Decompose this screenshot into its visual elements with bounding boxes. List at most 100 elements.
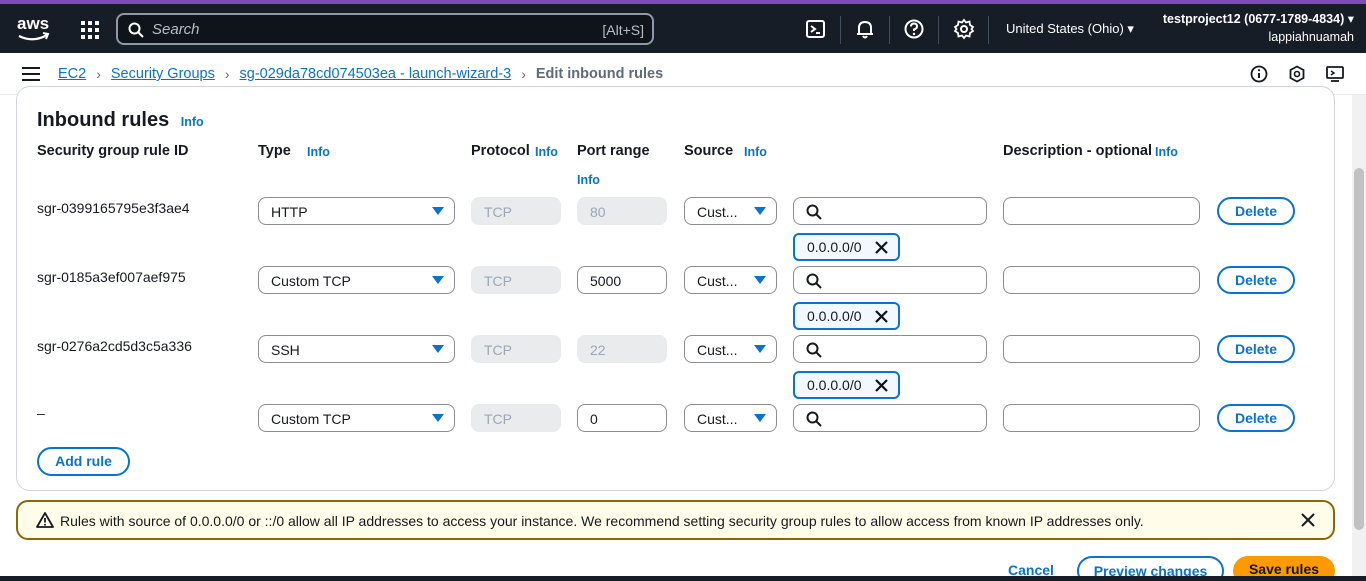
delete-button[interactable]: Delete [1217, 335, 1295, 363]
scrollbar-thumb[interactable] [1354, 168, 1364, 530]
delete-button[interactable]: Delete [1217, 197, 1295, 225]
port-range-input[interactable]: 5000 [577, 266, 667, 294]
caret-down-icon [432, 414, 444, 422]
description-input[interactable] [1003, 266, 1200, 294]
delete-button[interactable]: Delete [1217, 404, 1295, 432]
warning-alert: Rules with source of 0.0.0.0/0 or ::/0 a… [16, 500, 1335, 540]
breadcrumb-security-group[interactable]: sg-029da78cd074503ea - launch-wizard-3 [240, 66, 512, 82]
protocol-field: TCP [471, 197, 561, 225]
nav-divider [840, 16, 841, 44]
source-info-link[interactable]: Info [744, 145, 767, 159]
source-search-input[interactable] [793, 404, 987, 432]
type-select[interactable]: SSH [258, 335, 455, 363]
rule-id: – [37, 405, 45, 421]
type-select[interactable]: Custom TCP [258, 266, 455, 294]
type-select-value: Custom TCP [271, 411, 351, 427]
warning-text: Rules with source of 0.0.0.0/0 or ::/0 a… [60, 513, 1144, 529]
aws-logo[interactable]: aws [16, 14, 50, 44]
port-range-value: 0 [590, 411, 598, 427]
description-input[interactable] [1003, 404, 1200, 432]
nav-divider [988, 16, 989, 44]
delete-button[interactable]: Delete [1217, 266, 1295, 294]
rule-id: sgr-0399165795e3f3ae4 [37, 200, 190, 216]
remove-token-icon[interactable] [875, 310, 888, 323]
remove-token-icon[interactable] [875, 241, 888, 254]
search-icon [806, 411, 822, 427]
breadcrumb-ec2[interactable]: EC2 [58, 66, 86, 82]
caret-down-icon [754, 207, 766, 215]
port-info-link[interactable]: Info [577, 173, 600, 187]
protocol-info-link[interactable]: Info [535, 145, 558, 159]
help-icon[interactable] [903, 18, 925, 40]
cloudshell-icon[interactable] [805, 18, 827, 40]
breadcrumb-separator: › [521, 66, 526, 82]
breadcrumb-current: Edit inbound rules [535, 66, 664, 82]
add-rule-button[interactable]: Add rule [37, 447, 130, 476]
header-protocol: Protocol [471, 143, 530, 159]
search-icon [806, 273, 822, 289]
breadcrumb-security-groups[interactable]: Security Groups [111, 66, 215, 82]
source-type-select[interactable]: Cust... [684, 335, 777, 363]
search-input[interactable]: Search [Alt+S] [116, 13, 654, 45]
warning-icon [36, 512, 54, 528]
description-input[interactable] [1003, 197, 1200, 225]
rule-id: sgr-0185a3ef007aef975 [37, 269, 186, 285]
port-range-input[interactable]: 0 [577, 404, 667, 432]
search-placeholder: Search [152, 21, 200, 38]
bell-icon[interactable] [854, 18, 876, 40]
description-info-link[interactable]: Info [1155, 145, 1178, 159]
caret-down-icon [432, 276, 444, 284]
breadcrumb-separator: › [224, 66, 230, 82]
caret-down-icon [754, 276, 766, 284]
search-icon [806, 204, 822, 220]
panel-title: Inbound rules Info [37, 109, 204, 132]
search-shortcut: [Alt+S] [602, 22, 644, 38]
source-type-value: Cust... [697, 342, 738, 358]
inbound-rules-panel: Inbound rules Info Security group rule I… [16, 86, 1335, 491]
port-range-value: 80 [590, 204, 606, 220]
source-type-select[interactable]: Cust... [684, 404, 777, 432]
account-name: testproject12 (0677-1789-4834) ▾ [1162, 12, 1354, 26]
source-token: 0.0.0.0/0 [793, 302, 900, 330]
services-grid-icon[interactable] [80, 20, 100, 40]
caret-down-icon [432, 207, 444, 215]
bottom-bar [0, 576, 1366, 581]
gear-icon[interactable] [953, 18, 975, 40]
source-search-input[interactable] [793, 335, 987, 363]
description-input[interactable] [1003, 335, 1200, 363]
caret-down-icon [754, 414, 766, 422]
protocol-field: TCP [471, 335, 561, 363]
port-range-value: 22 [590, 342, 606, 358]
source-type-select[interactable]: Cust... [684, 197, 777, 225]
search-icon [128, 22, 144, 38]
feedback-panel-icon[interactable] [1326, 65, 1344, 83]
caret-down-icon [432, 345, 444, 353]
breadcrumb: EC2 › Security Groups › sg-029da78cd0745… [58, 66, 663, 82]
region-selector[interactable]: United States (Ohio) ▾ [1006, 21, 1134, 37]
source-search-input[interactable] [793, 266, 987, 294]
type-info-link[interactable]: Info [307, 145, 330, 159]
protocol-value: TCP [484, 411, 512, 427]
source-token: 0.0.0.0/0 [793, 233, 900, 261]
aws-smile-icon [18, 32, 50, 41]
source-type-value: Cust... [697, 273, 738, 289]
source-token-value: 0.0.0.0/0 [807, 377, 862, 393]
remove-token-icon[interactable] [875, 379, 888, 392]
source-token-value: 0.0.0.0/0 [807, 308, 862, 324]
title-info-link[interactable]: Info [181, 115, 204, 129]
close-icon[interactable] [1301, 513, 1315, 527]
rule-id: sgr-0276a2cd5d3c5a336 [37, 338, 192, 354]
panel-title-text: Inbound rules [37, 109, 170, 131]
breadcrumb-separator: › [96, 66, 101, 82]
header-type: Type [258, 143, 291, 159]
info-panel-icon[interactable] [1250, 65, 1268, 83]
caret-down-icon [754, 345, 766, 353]
account-menu[interactable]: testproject12 (0677-1789-4834) ▾ lappiah… [1163, 10, 1354, 46]
source-type-select[interactable]: Cust... [684, 266, 777, 294]
type-select[interactable]: Custom TCP [258, 404, 455, 432]
header-description: Description - optional [1003, 143, 1153, 159]
source-search-input[interactable] [793, 197, 987, 225]
notifications-panel-icon[interactable] [1288, 65, 1306, 83]
menu-icon[interactable] [22, 67, 40, 81]
type-select[interactable]: HTTP [258, 197, 455, 225]
